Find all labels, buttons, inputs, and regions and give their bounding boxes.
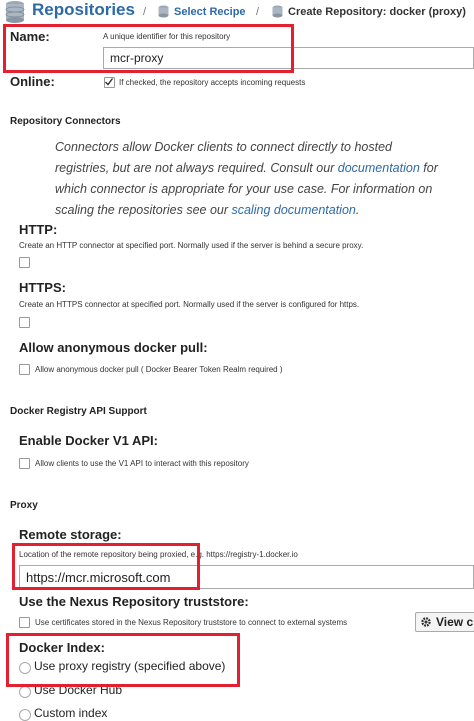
repository-connectors-heading: Repository Connectors — [10, 116, 121, 127]
index-radio-docker-hub[interactable] — [19, 686, 31, 698]
v1-api-checkbox[interactable] — [19, 458, 30, 469]
v1-api-help: Allow clients to use the V1 API to inter… — [35, 459, 249, 468]
anonymous-pull-label: Allow anonymous docker pull: — [19, 340, 208, 355]
http-help: Create an HTTP connector at specified po… — [19, 241, 364, 250]
recipe-icon — [158, 5, 169, 18]
registry-api-heading: Docker Registry API Support — [10, 406, 147, 417]
online-help: If checked, the repository accepts incom… — [119, 78, 306, 87]
breadcrumb-separator: / — [143, 6, 147, 18]
truststore-help: Use certificates stored in the Nexus Rep… — [35, 618, 348, 627]
highlight-name — [3, 24, 294, 73]
http-checkbox[interactable] — [19, 257, 30, 268]
anonymous-pull-help: Allow anonymous docker pull ( Docker Bea… — [35, 365, 283, 374]
breadcrumb-current: Create Repository: docker (proxy) — [288, 6, 466, 18]
highlight-remote-storage — [12, 543, 200, 590]
online-label: Online: — [10, 74, 55, 89]
truststore-label: Use the Nexus Repository truststore: — [19, 594, 249, 609]
v1-api-label: Enable Docker V1 API: — [19, 433, 158, 448]
view-certificate-label: View c — [436, 615, 474, 629]
https-label: HTTPS: — [19, 280, 66, 295]
documentation-link[interactable]: documentation — [338, 161, 420, 175]
proxy-heading: Proxy — [10, 500, 38, 511]
scaling-documentation-link[interactable]: scaling documentation — [231, 203, 355, 217]
highlight-docker-index — [6, 633, 240, 687]
anonymous-pull-checkbox[interactable] — [19, 364, 30, 375]
online-checkbox[interactable] — [104, 77, 115, 88]
https-checkbox[interactable] — [19, 317, 30, 328]
breadcrumb-repositories[interactable]: Repositories — [32, 0, 135, 20]
breadcrumb-separator: / — [256, 6, 260, 18]
https-help: Create an HTTPS connector at specified p… — [19, 300, 360, 309]
check-icon — [105, 78, 114, 86]
http-label: HTTP: — [19, 222, 58, 237]
repository-icon — [272, 5, 283, 18]
remote-storage-label: Remote storage: — [19, 527, 122, 542]
gear-icon — [421, 617, 431, 627]
database-icon — [5, 1, 25, 23]
connectors-description: Connectors allow Docker clients to conne… — [55, 140, 438, 217]
view-certificate-button[interactable]: View c — [415, 612, 474, 632]
index-radio-custom[interactable] — [19, 709, 31, 721]
breadcrumb-select-recipe[interactable]: Select Recipe — [174, 6, 246, 18]
truststore-checkbox[interactable] — [19, 617, 30, 628]
